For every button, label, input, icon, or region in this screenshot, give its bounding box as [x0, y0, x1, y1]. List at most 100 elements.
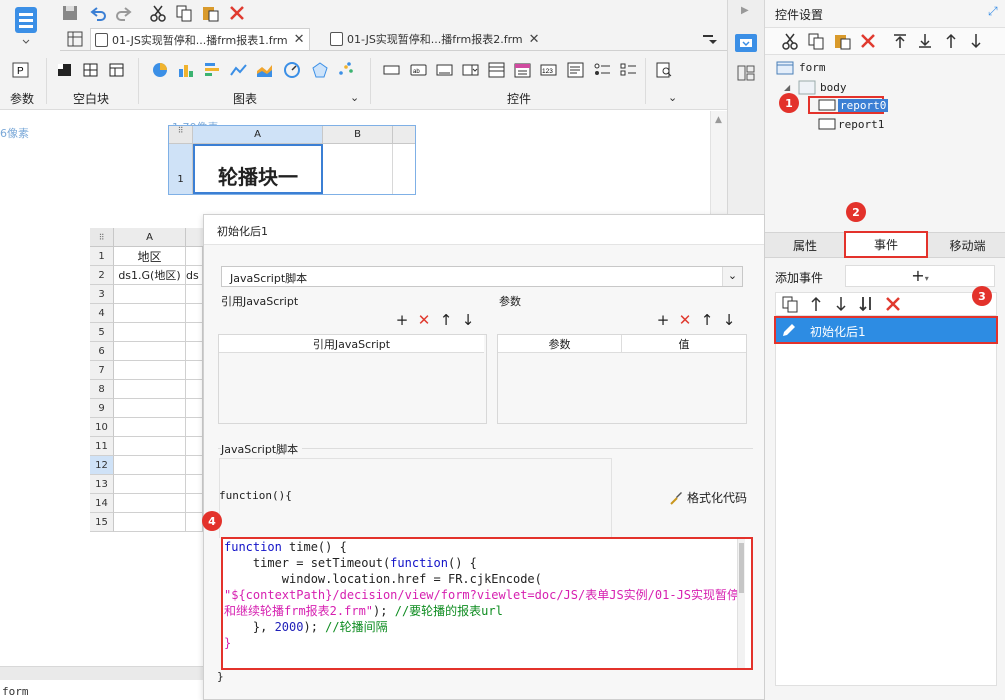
move-up-icon[interactable] [942, 32, 960, 50]
sheet-row-header[interactable]: 7 [90, 361, 114, 380]
sheet-row-header[interactable]: 2 [90, 266, 114, 285]
number-widget-icon[interactable]: 123 [540, 62, 558, 78]
hbar-chart-icon[interactable] [204, 62, 222, 78]
sheet-cell[interactable] [114, 456, 186, 475]
sheet-cell[interactable] [186, 456, 203, 475]
paste-icon[interactable] [201, 4, 219, 22]
sheet-row-header[interactable]: 5 [90, 323, 114, 342]
radar-chart-icon[interactable] [312, 62, 330, 78]
tab-layout-icon[interactable] [108, 62, 126, 78]
delete-icon[interactable] [228, 4, 246, 22]
search-preview-icon[interactable] [656, 62, 674, 78]
sheet-cell[interactable] [186, 361, 203, 380]
format-code-button[interactable]: 格式化代码 [669, 489, 747, 506]
dropdown-widget-icon[interactable] [462, 62, 480, 78]
move-down-icon[interactable] [832, 295, 850, 313]
sheet-cell[interactable] [186, 437, 203, 456]
canvas-hscroll[interactable] [0, 666, 203, 680]
sheet-cell[interactable] [114, 342, 186, 361]
sheet-row-header[interactable]: 14 [90, 494, 114, 513]
add-icon[interactable]: + [652, 311, 674, 329]
redo-icon[interactable] [115, 4, 133, 22]
sheet-cell[interactable]: 地区 [114, 247, 186, 266]
bar-chart-icon[interactable] [178, 62, 196, 78]
param-icon[interactable]: P [12, 62, 30, 78]
area-chart-icon[interactable] [256, 62, 274, 78]
sheet-row-header[interactable]: 3 [90, 285, 114, 304]
copy-icon[interactable] [175, 4, 193, 22]
sheet-cell[interactable] [186, 342, 203, 361]
move-up-icon[interactable]: ↑ [696, 311, 718, 329]
event-list-item[interactable] [774, 316, 998, 344]
gauge-chart-icon[interactable] [284, 62, 302, 78]
move-up-icon[interactable]: ↑ [435, 311, 457, 329]
sheet-row-header[interactable]: 13 [90, 475, 114, 494]
code-scroll-thumb[interactable] [739, 543, 744, 593]
move-down-icon[interactable]: ↓ [718, 311, 740, 329]
tab-mobile[interactable]: 移动端 [930, 233, 1005, 257]
edit-pencil-icon[interactable] [780, 321, 798, 339]
sheet-cell[interactable] [186, 285, 203, 304]
move-down-icon[interactable] [967, 32, 985, 50]
sheet-cell[interactable] [186, 418, 203, 437]
sheet-cell[interactable] [186, 494, 203, 513]
sheet-cell[interactable] [114, 285, 186, 304]
sheet-row-header[interactable]: 8 [90, 380, 114, 399]
sheet-cell[interactable] [186, 304, 203, 323]
combo-widget-icon[interactable] [488, 62, 506, 78]
close-icon[interactable]: ✕ [294, 32, 305, 47]
cut-icon[interactable] [781, 32, 799, 50]
tree-report0-label[interactable]: report0 [838, 99, 889, 112]
app-logo-icon[interactable] [8, 4, 44, 48]
sheet-cell[interactable] [114, 418, 186, 437]
add-icon[interactable]: + [391, 311, 413, 329]
code-vscroll[interactable] [737, 539, 745, 668]
sheet-row-header[interactable]: 1 [90, 247, 114, 266]
tree-report1-label[interactable]: report1 [838, 118, 884, 131]
move-up-icon[interactable] [807, 295, 825, 313]
sheet-cell[interactable] [186, 380, 203, 399]
move-down-icon[interactable]: ↓ [457, 311, 479, 329]
tab-menu-icon[interactable] [700, 30, 718, 48]
checkbox-group-icon[interactable] [620, 62, 638, 78]
delete-icon[interactable] [859, 32, 877, 50]
delete-icon[interactable]: ✕ [674, 311, 696, 329]
line-chart-icon[interactable] [230, 62, 248, 78]
sort-icon[interactable] [857, 295, 875, 313]
sheet-cell[interactable]: ds [186, 266, 203, 285]
label-widget-icon[interactable] [383, 62, 401, 78]
js-code-editor[interactable]: function time() { timer = setTimeout(fun… [221, 537, 753, 670]
textbox-widget-icon[interactable] [436, 62, 454, 78]
sheet-cell[interactable] [114, 399, 186, 418]
chevron-down-icon[interactable]: ⌄ [350, 91, 359, 104]
carousel-selected-cell[interactable]: 轮播块一 [193, 144, 323, 194]
blank-block-icon[interactable] [56, 62, 74, 78]
sheet-cell[interactable] [114, 323, 186, 342]
expand-arrow-icon[interactable]: ▶ [741, 5, 749, 16]
close-icon[interactable]: ✕ [529, 32, 540, 47]
sheet-cell[interactable] [114, 437, 186, 456]
scroll-up-icon[interactable]: ▲ [715, 115, 722, 125]
chevron-down-icon[interactable]: ⌄ [668, 91, 677, 104]
copy-icon[interactable] [807, 32, 825, 50]
pie-chart-icon[interactable] [152, 62, 170, 78]
script-type-select[interactable]: JavaScript脚本 ⌄ [221, 266, 743, 287]
undo-icon[interactable] [89, 4, 107, 22]
widget-settings-toggle[interactable] [735, 34, 757, 52]
tree-body-label[interactable]: body [820, 81, 847, 94]
tab-properties[interactable]: 属性 [765, 233, 845, 257]
grid-view-icon[interactable] [66, 30, 84, 48]
sheet-row-header[interactable]: 15 [90, 513, 114, 532]
sheet-cell[interactable] [114, 513, 186, 532]
paste-icon[interactable] [833, 32, 851, 50]
button-widget-icon[interactable]: ab [410, 62, 428, 78]
sheet-row-header[interactable]: 10 [90, 418, 114, 437]
sheet-cell[interactable] [114, 304, 186, 323]
move-top-icon[interactable] [891, 32, 909, 50]
textarea-widget-icon[interactable] [567, 62, 585, 78]
sheet-row-header[interactable]: 12 [90, 456, 114, 475]
sheet-cell[interactable] [186, 399, 203, 418]
sheet-row-header[interactable]: 9 [90, 399, 114, 418]
tab-report1[interactable]: 01-JS实现暂停和...播frm报表1.frm ✕ [90, 28, 310, 50]
sheet-cell[interactable] [186, 475, 203, 494]
